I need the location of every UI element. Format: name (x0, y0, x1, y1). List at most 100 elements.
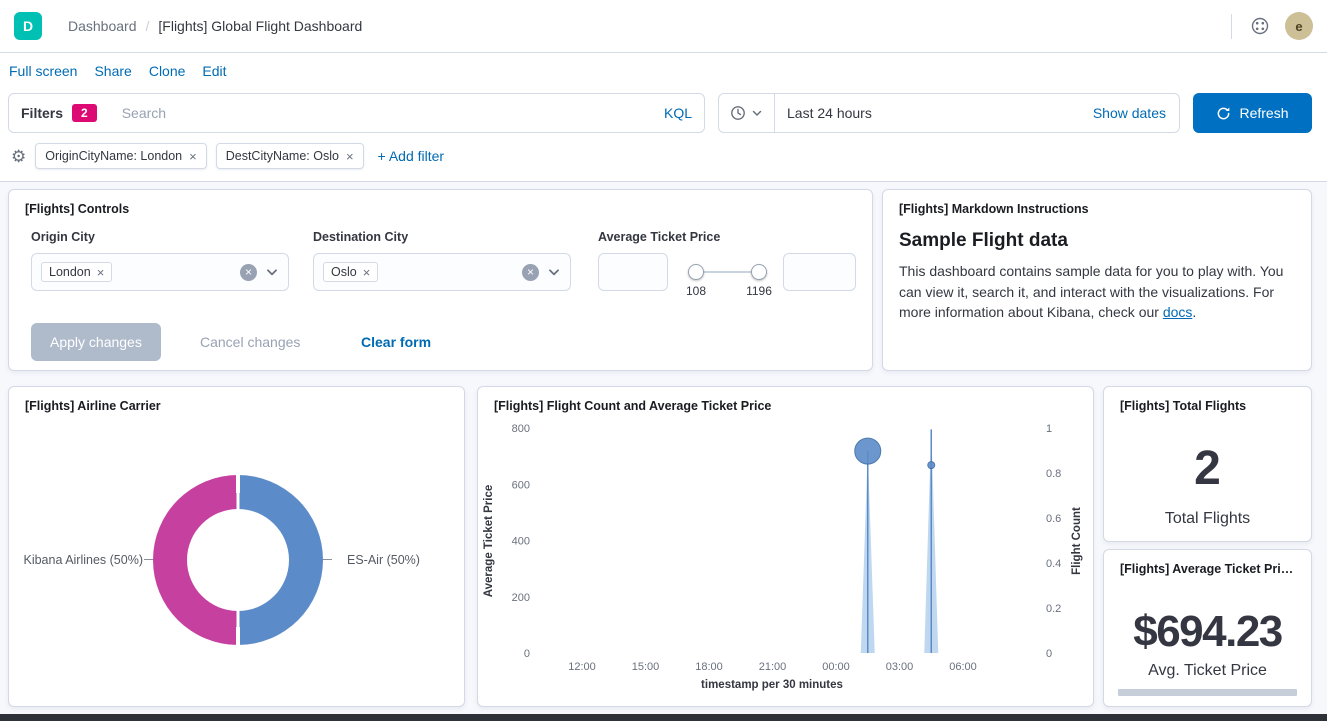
svg-text:600: 600 (512, 479, 530, 491)
panel-title: [Flights] Total Flights (1104, 387, 1311, 413)
cancel-changes-button[interactable]: Cancel changes (200, 323, 300, 361)
refresh-label: Refresh (1239, 105, 1288, 121)
svg-text:15:00: 15:00 (632, 661, 660, 673)
filter-pill-origin[interactable]: OriginCityName: London × (35, 143, 206, 169)
panel-total-flights: [Flights] Total Flights 2 Total Flights (1103, 386, 1312, 542)
panel-flight-count-chart: 020040060080000.20.40.60.8112:0015:0018:… (477, 386, 1094, 707)
refresh-icon (1216, 106, 1231, 121)
svg-text:800: 800 (512, 423, 530, 435)
help-icon[interactable] (1250, 16, 1270, 36)
svg-text:1: 1 (1046, 423, 1052, 435)
refresh-button[interactable]: Refresh (1193, 93, 1312, 133)
svg-text:timestamp per 30 minutes: timestamp per 30 minutes (701, 679, 843, 691)
slider-handle-min[interactable] (688, 264, 704, 280)
origin-city-combobox[interactable]: London × × (31, 253, 289, 291)
svg-text:12:00: 12:00 (568, 661, 596, 673)
panel-title: [Flights] Controls (9, 190, 872, 216)
panel-title: [Flights] Airline Carrier (9, 387, 464, 413)
user-avatar[interactable]: e (1285, 12, 1313, 40)
close-icon[interactable]: × (363, 266, 371, 279)
price-max-input[interactable] (783, 253, 856, 291)
svg-text:0.4: 0.4 (1046, 558, 1061, 570)
filters-toggle[interactable]: Filters 2 (21, 104, 97, 122)
close-icon[interactable]: × (97, 266, 105, 279)
combo-pill-label: Oslo (331, 265, 357, 279)
close-icon[interactable]: × (346, 150, 354, 163)
svg-text:21:00: 21:00 (759, 661, 787, 673)
destination-city-combobox[interactable]: Oslo × × (313, 253, 571, 291)
combo-pill-label: London (49, 265, 91, 279)
share-link[interactable]: Share (94, 63, 131, 79)
docs-link[interactable]: docs (1163, 304, 1193, 320)
svg-text:400: 400 (512, 536, 530, 548)
svg-text:Flight Count: Flight Count (1071, 507, 1083, 575)
markdown-body: This dashboard contains sample data for … (883, 261, 1311, 323)
search-input[interactable] (122, 105, 664, 121)
origin-city-control: Origin City London × × (31, 230, 289, 291)
breadcrumb-dashboard[interactable]: Dashboard (68, 18, 137, 34)
svg-text:0.6: 0.6 (1046, 513, 1061, 525)
svg-text:00:00: 00:00 (822, 661, 850, 673)
metric-progress-bar (1118, 689, 1297, 696)
metric: $694.23 Avg. Ticket Price (1104, 610, 1311, 680)
chevron-down-icon[interactable] (265, 265, 279, 279)
filters-label: Filters (21, 105, 63, 121)
clock-icon (730, 105, 746, 121)
price-min-label: 108 (682, 284, 710, 298)
slider-handle-max[interactable] (751, 264, 767, 280)
slider-track (696, 271, 759, 273)
total-flights-label: Total Flights (1104, 510, 1311, 528)
airline-donut-chart[interactable] (153, 475, 323, 645)
breadcrumb-current: [Flights] Global Flight Dashboard (158, 18, 362, 34)
chevron-down-icon (751, 107, 763, 119)
price-max-label: 1196 (738, 284, 780, 298)
kibana-app: D Dashboard / [Flights] Global Flight Da… (0, 0, 1327, 721)
markdown-text: This dashboard contains sample data for … (899, 263, 1283, 320)
close-icon[interactable]: × (189, 150, 197, 163)
space-avatar[interactable]: D (14, 12, 42, 40)
add-filter-button[interactable]: + Add filter (378, 148, 445, 164)
donut-label-es-air: ES-Air (50%) (347, 553, 420, 567)
avg-ticket-price-value: $694.23 (1104, 610, 1311, 654)
svg-text:0: 0 (1046, 648, 1052, 660)
apply-changes-button[interactable]: Apply changes (31, 323, 161, 361)
edit-link[interactable]: Edit (202, 63, 226, 79)
flights-chart-svg[interactable]: 020040060080000.20.40.60.8112:0015:0018:… (478, 387, 1093, 706)
dashboard-grid: [Flights] Controls Origin City London × … (0, 181, 1327, 714)
header-divider (1231, 14, 1232, 39)
clone-link[interactable]: Clone (149, 63, 186, 79)
header-actions: e (1231, 12, 1313, 40)
filter-pill-destination[interactable]: DestCityName: Oslo × (216, 143, 364, 169)
quick-select-button[interactable] (719, 94, 775, 132)
origin-city-selected[interactable]: London × (41, 262, 112, 282)
header-bar: D Dashboard / [Flights] Global Flight Da… (0, 0, 1327, 53)
destination-city-control: Destination City Oslo × × (313, 230, 571, 291)
bottom-edge (0, 714, 1327, 721)
ticket-price-control: Average Ticket Price 108 1196 (598, 230, 856, 315)
clear-form-button[interactable]: Clear form (361, 323, 431, 361)
price-min-input[interactable] (598, 253, 668, 291)
gear-icon[interactable]: ⚙ (11, 148, 26, 165)
clear-selection-icon[interactable]: × (522, 264, 539, 281)
svg-text:0.8: 0.8 (1046, 468, 1061, 480)
show-dates-button[interactable]: Show dates (1093, 105, 1166, 121)
price-range-slider[interactable]: 108 1196 (696, 271, 759, 273)
markdown-text: . (1192, 304, 1196, 320)
destination-city-label: Destination City (313, 230, 571, 244)
destination-city-selected[interactable]: Oslo × (323, 262, 378, 282)
filter-pill-label: OriginCityName: London (45, 149, 182, 163)
donut-label-kibana-airlines: Kibana Airlines (50%) (15, 553, 143, 567)
donut-connector (144, 559, 153, 560)
chevron-down-icon[interactable] (547, 265, 561, 279)
panel-title: [Flights] Flight Count and Average Ticke… (478, 387, 1093, 413)
clear-selection-icon[interactable]: × (240, 264, 257, 281)
svg-text:200: 200 (512, 592, 530, 604)
svg-text:18:00: 18:00 (695, 661, 723, 673)
filter-row: ⚙ OriginCityName: London × DestCityName:… (11, 143, 444, 169)
metric: 2 Total Flights (1104, 445, 1311, 528)
time-range-value[interactable]: Last 24 hours (787, 105, 872, 121)
kql-button[interactable]: KQL (664, 105, 692, 121)
ticket-price-label: Average Ticket Price (598, 230, 856, 244)
full-screen-link[interactable]: Full screen (9, 63, 77, 79)
donut-hole (187, 509, 289, 611)
